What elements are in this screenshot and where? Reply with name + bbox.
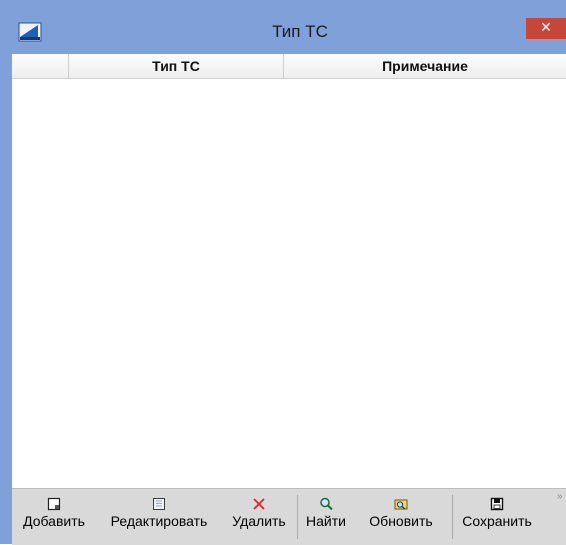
- add-button[interactable]: Добавить: [12, 489, 96, 545]
- toolbar-separator: [452, 495, 453, 539]
- delete-x-icon: [252, 497, 266, 511]
- find-button[interactable]: Найти: [299, 489, 353, 545]
- column-header-type[interactable]: Тип ТС: [69, 54, 284, 78]
- refresh-button[interactable]: Обновить: [353, 489, 449, 545]
- save-button[interactable]: Сохранить: [454, 489, 540, 545]
- edit-button[interactable]: Редактировать: [96, 489, 222, 545]
- data-grid[interactable]: Тип ТС Примечание: [12, 54, 566, 488]
- column-header-note[interactable]: Примечание: [284, 54, 566, 78]
- app-window: Тип ТС ✕ Тип ТС Примечание Добавить Реда…: [0, 0, 566, 545]
- toolbar-separator: [297, 495, 298, 539]
- save-button-label: Сохранить: [462, 513, 532, 529]
- refresh-button-label: Обновить: [369, 513, 433, 529]
- search-icon: [319, 497, 333, 511]
- toolbar: Добавить Редактировать Удалить Найти Обн…: [12, 488, 566, 545]
- find-button-label: Найти: [306, 513, 346, 529]
- toolbar-overflow-chevron-icon[interactable]: »: [557, 491, 563, 502]
- save-icon: [490, 497, 504, 511]
- window-title: Тип ТС: [272, 22, 328, 41]
- delete-button-label: Удалить: [232, 513, 286, 529]
- close-button[interactable]: ✕: [526, 18, 566, 39]
- edit-button-label: Редактировать: [110, 513, 208, 529]
- row-indicator-header[interactable]: [12, 54, 69, 78]
- grid-header: Тип ТС Примечание: [12, 54, 566, 79]
- refresh-icon: [394, 497, 408, 511]
- add-button-label: Добавить: [23, 513, 85, 529]
- delete-button[interactable]: Удалить: [222, 489, 296, 545]
- window-frame: [0, 54, 12, 544]
- edit-document-icon: [152, 497, 166, 511]
- title-bar[interactable]: Тип ТС ✕: [0, 0, 566, 54]
- new-document-icon: [47, 497, 61, 511]
